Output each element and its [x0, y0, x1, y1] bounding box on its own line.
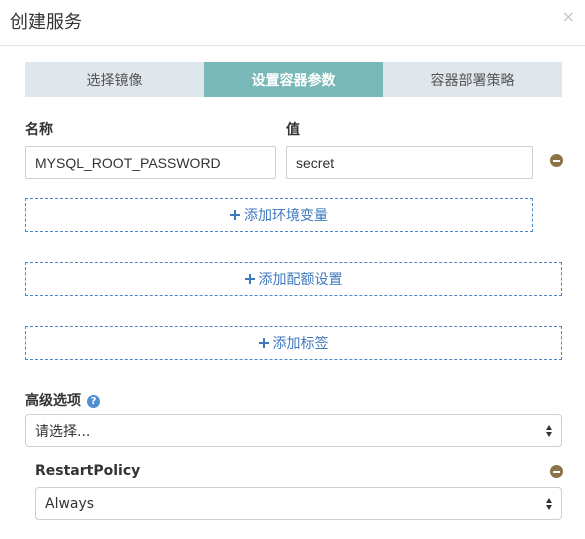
env-name-input[interactable]: [25, 146, 276, 179]
advanced-options-label: 高级选项?: [25, 390, 100, 410]
advanced-options-select[interactable]: 请选择...: [25, 414, 562, 447]
env-value-input[interactable]: [286, 146, 533, 179]
add-tag-button[interactable]: 添加标签: [25, 326, 562, 360]
remove-restart-policy-icon[interactable]: [550, 465, 563, 478]
env-name-label: 名称: [25, 122, 53, 138]
dialog-title: 创建服务: [10, 12, 82, 33]
restart-policy-label: RestartPolicy: [35, 463, 141, 479]
plus-icon: [230, 210, 240, 220]
plus-icon: [258, 338, 269, 348]
add-quota-button[interactable]: 添加配额设置: [25, 262, 562, 296]
wizard-steps: 选择镜像 设置容器参数 容器部署策略: [25, 62, 562, 97]
advanced-options-text: 高级选项: [25, 393, 81, 409]
env-value-label: 值: [286, 122, 300, 138]
select-caret-icon: [546, 497, 553, 511]
plus-icon: [244, 274, 255, 284]
help-icon[interactable]: ?: [87, 395, 100, 408]
dialog-header: 创建服务 ×: [0, 0, 585, 46]
add-tag-label: 添加标签: [272, 336, 329, 352]
remove-env-row-icon[interactable]: [550, 154, 563, 167]
step-select-image[interactable]: 选择镜像: [25, 62, 204, 97]
add-quota-label: 添加配额设置: [258, 272, 343, 288]
add-env-button[interactable]: 添加环境变量: [25, 198, 533, 232]
step-container-params[interactable]: 设置容器参数: [204, 62, 383, 97]
restart-policy-select-value: Always: [45, 495, 95, 512]
step-deploy-policy[interactable]: 容器部署策略: [383, 62, 562, 97]
add-env-label: 添加环境变量: [244, 208, 328, 224]
select-caret-icon: [546, 424, 553, 438]
restart-policy-select[interactable]: Always: [35, 487, 562, 520]
close-icon[interactable]: ×: [562, 8, 575, 26]
advanced-options-select-value: 请选择...: [35, 423, 91, 440]
